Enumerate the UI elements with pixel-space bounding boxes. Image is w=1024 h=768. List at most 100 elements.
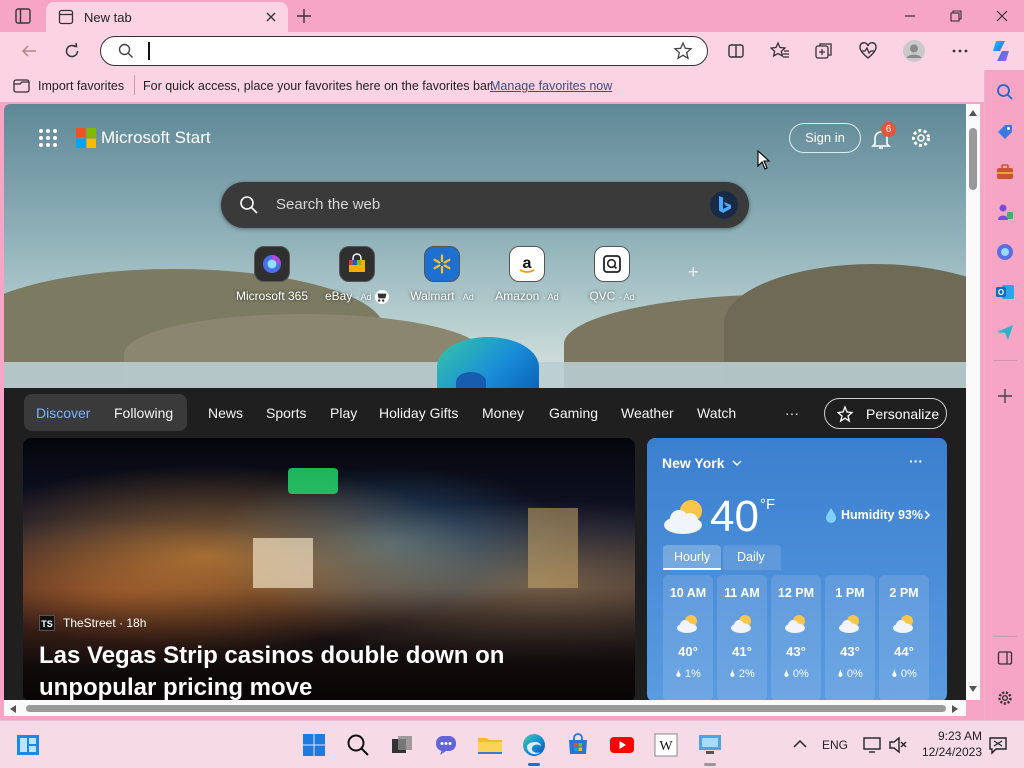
favorites-button[interactable] xyxy=(765,36,795,66)
microsoft-365-icon[interactable] xyxy=(991,238,1019,266)
settings-more-button[interactable] xyxy=(945,36,975,66)
close-tab-icon[interactable] xyxy=(262,8,280,26)
nav-news[interactable]: News xyxy=(208,405,243,421)
performance-button[interactable] xyxy=(853,36,883,66)
wikipedia-icon[interactable]: W xyxy=(650,729,682,761)
hour-temperature: 43° xyxy=(840,644,860,659)
collections-button[interactable] xyxy=(809,36,839,66)
shopping-cart-icon xyxy=(375,289,390,304)
taskbar-search-icon[interactable] xyxy=(342,729,374,761)
chat-teams-icon[interactable] xyxy=(430,729,462,761)
chevron-down-icon[interactable] xyxy=(731,457,743,469)
nav-play[interactable]: Play xyxy=(330,405,357,421)
back-button[interactable] xyxy=(14,36,44,66)
sidebar-settings-gear-icon[interactable] xyxy=(991,684,1019,712)
nav-more-button[interactable]: ··· xyxy=(785,405,799,421)
brand-title[interactable]: Microsoft Start xyxy=(101,128,211,148)
horizontal-scrollbar[interactable] xyxy=(4,700,966,716)
tools-briefcase-icon[interactable] xyxy=(991,158,1019,186)
address-bar[interactable] xyxy=(100,36,708,66)
tab-title: New tab xyxy=(84,10,132,25)
profile-avatar[interactable] xyxy=(899,36,929,66)
sign-in-button[interactable]: Sign in xyxy=(789,123,861,153)
vertical-scroll-thumb[interactable] xyxy=(969,128,977,190)
page-settings-gear-icon[interactable] xyxy=(909,126,933,150)
add-quick-link-button[interactable]: + xyxy=(688,262,699,283)
rain-drop-icon: 🌢 xyxy=(675,668,682,680)
remote-desktop-icon[interactable] xyxy=(694,729,726,761)
close-window-button[interactable] xyxy=(982,4,1022,28)
notification-center-icon[interactable] xyxy=(988,735,1008,755)
hero-news-card[interactable]: TS TheStreet · 18h Las Vegas Strip casin… xyxy=(23,438,635,702)
chevron-right-icon[interactable] xyxy=(922,509,932,521)
weather-more-button[interactable]: ··· xyxy=(909,453,923,469)
widgets-icon[interactable] xyxy=(12,729,44,761)
scroll-right-arrow-icon[interactable] xyxy=(952,705,958,713)
network-icon[interactable] xyxy=(862,735,882,755)
nav-money[interactable]: Money xyxy=(482,405,524,421)
quick-link-amazon[interactable]: a Amazon · Ad xyxy=(487,246,567,303)
quick-link-microsoft-365[interactable]: Microsoft 365 xyxy=(232,246,312,303)
outlook-icon[interactable]: O xyxy=(991,278,1019,306)
hero-headline[interactable]: Las Vegas Strip casinos double down on u… xyxy=(39,640,619,702)
language-indicator[interactable]: ENG xyxy=(822,738,848,752)
chevron-up-icon[interactable] xyxy=(793,739,807,749)
task-view-icon[interactable] xyxy=(386,729,418,761)
quick-link-ebay[interactable]: eBay · Ad xyxy=(317,246,397,304)
address-input[interactable] xyxy=(147,42,647,60)
bing-chat-icon[interactable] xyxy=(709,190,739,220)
nav-holiday-gifts[interactable]: Holiday Gifts xyxy=(379,405,458,421)
start-windows-icon[interactable] xyxy=(298,729,330,761)
import-favorites-link[interactable]: Import favorites xyxy=(38,79,124,93)
tab-actions-icon[interactable] xyxy=(14,7,32,25)
send-icon[interactable] xyxy=(991,318,1019,346)
copilot-icon[interactable] xyxy=(986,36,1016,66)
add-sidebar-app-icon[interactable] xyxy=(991,382,1019,410)
weather-location[interactable]: New York xyxy=(662,455,725,471)
nav-watch[interactable]: Watch xyxy=(697,405,736,421)
new-tab-button[interactable] xyxy=(294,6,314,26)
nav-sports[interactable]: Sports xyxy=(266,405,306,421)
clock-time[interactable]: 9:23 AM xyxy=(922,729,982,743)
app-launcher-icon[interactable] xyxy=(38,128,58,148)
youtube-icon[interactable] xyxy=(606,729,638,761)
scroll-down-arrow-icon[interactable] xyxy=(969,686,977,692)
hour-label: 2 PM xyxy=(889,586,919,600)
minimize-button[interactable] xyxy=(890,4,930,28)
horizontal-scroll-thumb[interactable] xyxy=(26,705,946,712)
hour-label: 12 PM xyxy=(777,586,815,600)
scroll-left-arrow-icon[interactable] xyxy=(10,705,16,713)
shopping-tag-icon[interactable] xyxy=(991,118,1019,146)
hour-temperature: 40° xyxy=(678,644,698,659)
vertical-scrollbar[interactable] xyxy=(966,104,980,700)
file-explorer-icon[interactable] xyxy=(474,729,506,761)
tab-daily[interactable]: Daily xyxy=(723,545,781,570)
favorite-star-icon[interactable] xyxy=(673,41,693,61)
personalize-button[interactable]: Personalize xyxy=(824,398,947,429)
walmart-icon xyxy=(424,246,460,282)
edge-browser-icon[interactable] xyxy=(518,729,550,761)
quick-link-walmart[interactable]: Walmart · Ad xyxy=(402,246,482,303)
games-icon[interactable] xyxy=(991,198,1019,226)
restore-button[interactable] xyxy=(936,4,976,28)
tab-new-tab[interactable]: New tab xyxy=(46,2,288,32)
nav-gaming[interactable]: Gaming xyxy=(549,405,598,421)
partly-cloudy-icon xyxy=(661,496,709,536)
humidity-label[interactable]: Humidity 93% xyxy=(841,508,923,522)
manage-favorites-link[interactable]: Manage favorites now xyxy=(490,79,612,93)
volume-muted-icon[interactable] xyxy=(888,735,908,755)
hide-sidebar-icon[interactable] xyxy=(991,644,1019,672)
clock-date[interactable]: 12/24/2023 xyxy=(910,745,982,759)
refresh-button[interactable] xyxy=(57,36,87,66)
svg-text:a: a xyxy=(523,255,532,272)
split-screen-button[interactable] xyxy=(721,36,751,66)
tab-hourly[interactable]: Hourly xyxy=(663,545,721,570)
scroll-up-arrow-icon[interactable] xyxy=(969,110,977,116)
nav-weather[interactable]: Weather xyxy=(621,405,674,421)
quick-link-qvc[interactable]: QVC · Ad xyxy=(572,246,652,303)
sidebar-search-icon[interactable] xyxy=(991,78,1019,106)
tab-discover[interactable]: Discover xyxy=(36,405,90,421)
tab-following[interactable]: Following xyxy=(114,405,173,421)
microsoft-store-icon[interactable] xyxy=(562,729,594,761)
web-search-box[interactable]: Search the web xyxy=(221,182,749,228)
